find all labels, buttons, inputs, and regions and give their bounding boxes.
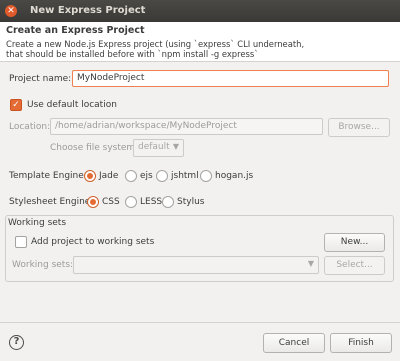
location-input[interactable]: /home/adrian/workspace/MyNodeProject (50, 118, 323, 135)
radio-stylesheet-css-label: CSS (102, 197, 120, 207)
project-name-input[interactable]: MyNodeProject (72, 70, 389, 87)
location-label: Location: (9, 122, 51, 132)
finish-button[interactable]: Finish (330, 333, 392, 353)
chevron-down-icon: ▼ (307, 259, 314, 268)
radio-stylesheet-less-label: LESS (140, 197, 163, 207)
working-sets-label: Working sets: (12, 260, 74, 270)
radio-template-jade[interactable] (84, 170, 96, 182)
cancel-button[interactable]: Cancel (263, 333, 325, 353)
description-line-2: that should be installed before with `np… (6, 49, 259, 59)
title-bar: ✕ New Express Project (0, 0, 400, 22)
select-working-set-button[interactable]: Select... (324, 256, 385, 275)
use-default-location-label: Use default location (27, 100, 117, 110)
wizard-header: Create an Express Project Create a new N… (0, 22, 400, 62)
radio-stylesheet-stylus-label: Stylus (177, 197, 205, 207)
radio-template-jshtml-label: jshtml (171, 171, 199, 181)
chevron-down-icon: ▼ (172, 142, 179, 151)
template-engine-label: Template Engine: (9, 171, 87, 181)
working-sets-select[interactable]: ▼ (73, 256, 319, 274)
radio-stylesheet-css[interactable] (87, 196, 99, 208)
wizard-description: Create a new Node.js Express project (us… (6, 39, 386, 59)
project-name-label: Project name: (9, 74, 72, 84)
radio-template-jade-label: Jade (99, 171, 119, 181)
wizard-title: Create an Express Project (6, 25, 145, 36)
radio-stylesheet-less[interactable] (125, 196, 137, 208)
close-icon[interactable]: ✕ (5, 5, 17, 17)
file-system-label: Choose file system: (50, 143, 139, 153)
window-title: New Express Project (30, 5, 146, 16)
help-icon[interactable]: ? (9, 335, 24, 350)
file-system-value: default (138, 142, 170, 152)
radio-stylesheet-stylus[interactable] (162, 196, 174, 208)
browse-button[interactable]: Browse... (328, 118, 390, 137)
add-to-working-sets-checkbox[interactable] (15, 236, 27, 248)
radio-template-jshtml[interactable] (156, 170, 168, 182)
new-working-set-button[interactable]: New... (324, 233, 385, 252)
radio-template-ejs-label: ejs (140, 171, 153, 181)
dialog-window: ✕ New Express Project Create an Express … (0, 0, 400, 361)
radio-template-hogan[interactable] (200, 170, 212, 182)
footer-separator (0, 322, 400, 323)
stylesheet-engine-label: Stylesheet Engine: (9, 197, 94, 207)
radio-template-hogan-label: hogan.js (215, 171, 254, 181)
working-sets-group-title: Working sets (8, 218, 67, 228)
radio-template-ejs[interactable] (125, 170, 137, 182)
add-to-working-sets-label: Add project to working sets (31, 237, 155, 247)
use-default-location-checkbox[interactable]: ✓ (10, 99, 22, 111)
description-line-1: Create a new Node.js Express project (us… (6, 39, 305, 49)
file-system-select[interactable]: default ▼ (133, 139, 184, 157)
